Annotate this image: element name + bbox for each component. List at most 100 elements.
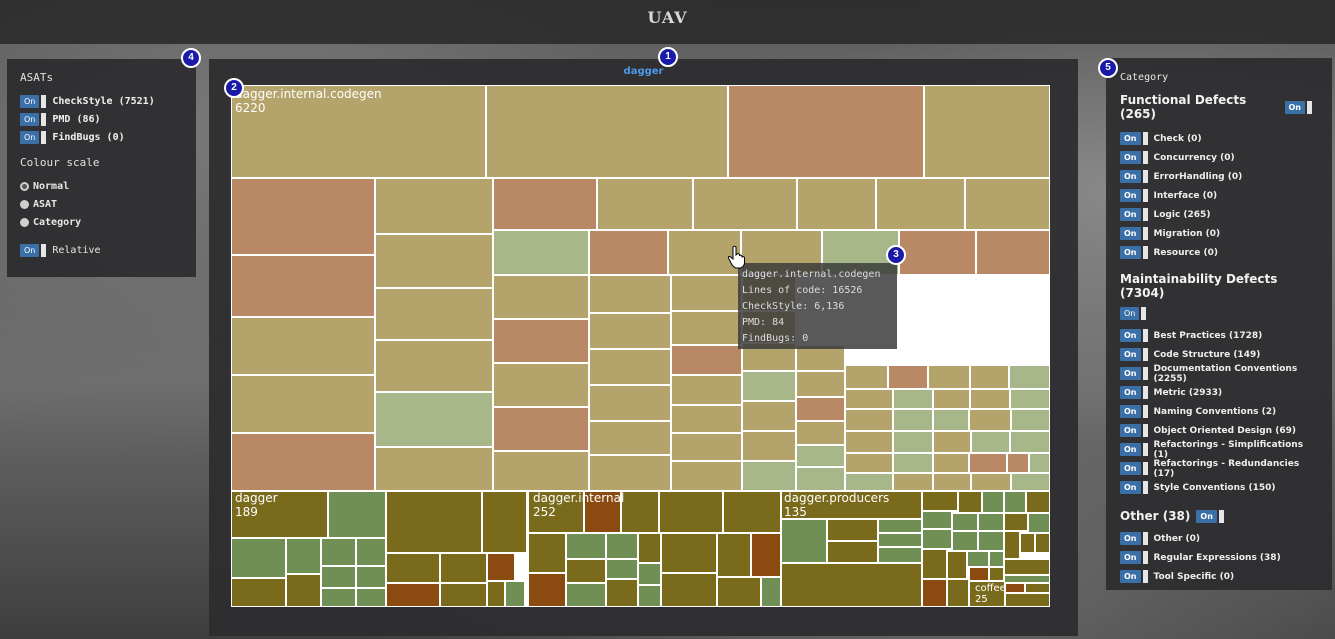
cat-toggle[interactable]: On xyxy=(1120,386,1148,399)
treemap-cell[interactable] xyxy=(796,467,845,491)
treemap-cell[interactable] xyxy=(693,178,797,230)
treemap-cell[interactable] xyxy=(845,473,893,491)
treemap-cell[interactable] xyxy=(386,553,440,583)
treemap-cell[interactable] xyxy=(671,345,742,375)
cat-toggle[interactable]: On xyxy=(1120,170,1148,183)
treemap-cell[interactable] xyxy=(845,389,893,409)
pmd-toggle[interactable]: On xyxy=(20,112,47,126)
treemap-title[interactable]: dagger xyxy=(209,66,1078,77)
treemap-cell[interactable] xyxy=(1010,389,1050,409)
treemap-cell[interactable] xyxy=(638,585,661,607)
treemap-cell[interactable] xyxy=(922,529,952,549)
treemap-cell[interactable] xyxy=(589,385,671,421)
cat-toggle[interactable]: On xyxy=(1120,151,1148,164)
treemap-cell[interactable] xyxy=(1025,583,1050,593)
treemap-cell[interactable] xyxy=(717,533,751,577)
treemap-cell[interactable] xyxy=(375,392,493,447)
cat-toggle[interactable]: On xyxy=(1120,132,1148,145)
radio-icon[interactable] xyxy=(20,199,29,209)
treemap-cell[interactable] xyxy=(933,473,971,491)
treemap-cell[interactable] xyxy=(893,473,933,491)
treemap-cell[interactable] xyxy=(969,567,989,581)
treemap-cell[interactable] xyxy=(967,551,989,567)
treemap-cell[interactable] xyxy=(989,567,1004,581)
treemap-cell[interactable] xyxy=(661,573,717,607)
treemap-cell[interactable] xyxy=(440,553,487,583)
treemap-cell[interactable] xyxy=(231,538,286,578)
treemap-cell[interactable] xyxy=(1035,533,1050,553)
treemap-cell[interactable] xyxy=(717,577,761,607)
treemap-cell[interactable] xyxy=(589,230,668,275)
treemap-cell[interactable] xyxy=(899,230,976,275)
treemap-cell[interactable] xyxy=(589,455,671,491)
treemap-cell[interactable] xyxy=(638,533,661,563)
cat-toggle[interactable]: On xyxy=(1120,443,1148,456)
treemap-cell[interactable] xyxy=(231,317,375,375)
treemap-cell[interactable] xyxy=(978,531,1004,551)
treemap-cell[interactable] xyxy=(1010,431,1050,453)
treemap-cell[interactable] xyxy=(671,375,742,405)
treemap-cell[interactable] xyxy=(487,581,505,607)
treemap-cell[interactable] xyxy=(1004,575,1050,583)
treemap-cell[interactable] xyxy=(386,491,482,553)
treemap-cell[interactable] xyxy=(982,491,1004,513)
treemap-cell[interactable] xyxy=(1011,473,1050,491)
treemap-cell[interactable] xyxy=(375,340,493,392)
treemap-cell[interactable] xyxy=(671,433,742,461)
treemap-cell[interactable] xyxy=(751,533,781,577)
treemap-cell[interactable] xyxy=(922,579,947,607)
cat-toggle[interactable]: On xyxy=(1120,227,1148,240)
cat-toggle[interactable]: On xyxy=(1120,208,1148,221)
treemap-cell[interactable] xyxy=(970,365,1009,389)
treemap-cell[interactable] xyxy=(989,551,1004,567)
treemap-cell[interactable] xyxy=(978,513,1004,531)
cat-toggle[interactable]: On xyxy=(1120,462,1148,475)
treemap-cell[interactable] xyxy=(597,178,693,230)
treemap-cell[interactable] xyxy=(827,519,878,541)
cat-toggle[interactable]: On xyxy=(1120,189,1148,202)
treemap-cell[interactable] xyxy=(893,409,933,431)
cat-toggle[interactable]: On xyxy=(1120,481,1148,494)
treemap-cell[interactable] xyxy=(952,513,978,531)
treemap-cell[interactable] xyxy=(386,583,440,607)
treemap-cell[interactable] xyxy=(888,365,928,389)
treemap-cell[interactable] xyxy=(231,178,375,255)
treemap-cell[interactable] xyxy=(566,583,606,607)
scale-category[interactable]: Category xyxy=(20,213,183,231)
treemap-cell[interactable] xyxy=(231,255,375,317)
cat-toggle[interactable]: On xyxy=(1120,570,1148,583)
treemap-cell[interactable] xyxy=(845,365,888,389)
treemap-cell[interactable] xyxy=(976,230,1050,275)
cat-toggle[interactable]: On xyxy=(1120,348,1148,361)
treemap-cell[interactable] xyxy=(638,563,661,585)
treemap-cell[interactable] xyxy=(893,389,933,409)
other-toggle[interactable]: On xyxy=(1196,509,1224,523)
treemap-cell[interactable] xyxy=(781,519,827,563)
treemap-cell[interactable] xyxy=(970,389,1010,409)
treemap-cell[interactable] xyxy=(493,275,589,319)
treemap-cell[interactable] xyxy=(1026,491,1050,513)
treemap-cell[interactable] xyxy=(1007,453,1029,473)
maintainability-toggle[interactable]: On xyxy=(1120,306,1147,320)
treemap-cell[interactable] xyxy=(505,581,525,607)
treemap-cell[interactable] xyxy=(231,433,375,491)
treemap-cell[interactable] xyxy=(1004,491,1026,513)
treemap-cell[interactable] xyxy=(321,588,356,607)
cat-toggle[interactable]: On xyxy=(1120,246,1148,259)
treemap-cell[interactable] xyxy=(845,431,893,453)
treemap-cell[interactable] xyxy=(796,445,845,467)
treemap-cell[interactable] xyxy=(375,178,493,234)
treemap-cell[interactable] xyxy=(286,538,321,574)
treemap-cell[interactable] xyxy=(742,401,796,431)
treemap[interactable]: dagger.internal.codegen 6220 dagger 189 dagg… xyxy=(231,85,1050,607)
treemap-cell[interactable] xyxy=(924,85,1050,178)
treemap-cell[interactable] xyxy=(493,407,589,451)
treemap-cell[interactable] xyxy=(781,563,922,607)
treemap-cell[interactable] xyxy=(493,363,589,407)
treemap-cell[interactable] xyxy=(971,473,1011,491)
treemap-cell[interactable] xyxy=(440,583,487,607)
treemap-cell[interactable] xyxy=(375,234,493,288)
treemap-cell[interactable] xyxy=(606,533,638,559)
treemap-cell[interactable] xyxy=(1029,453,1050,473)
treemap-cell[interactable] xyxy=(231,375,375,433)
